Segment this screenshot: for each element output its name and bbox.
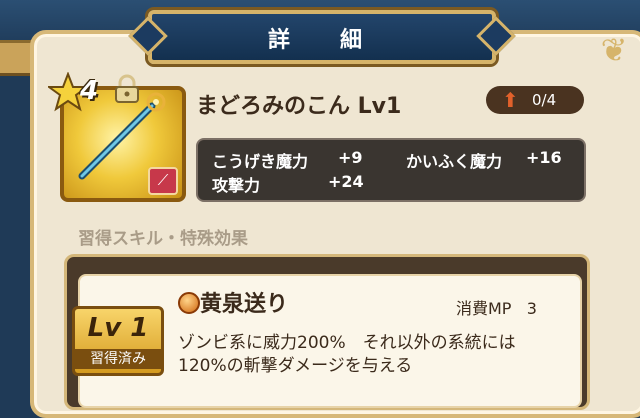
stat-label-attack: 攻撃力 [212,176,261,195]
skill-orb-icon [178,292,200,314]
stat-label-attack-magic: こうげき魔力 [212,152,309,171]
mp-label: 消費MP [456,299,512,318]
weapon-type-badge: ⟋ [148,167,178,195]
window-title: 詳 細 [267,28,376,53]
skill-description-line2: 120%の斬撃ダメージを与える [178,356,413,376]
skill-name: 黄泉送り [200,292,289,317]
fleur-ornament-icon: ❦ [600,31,628,69]
skill-section-heading: 習得スキル・特殊効果 [78,229,248,249]
stats-box: こうげき魔力 +9 かいふく魔力 +16 攻撃力 +24 [196,138,586,202]
up-arrow-icon: ⬆ [502,88,519,112]
lock-icon [115,74,139,103]
star-rank: 4 [80,76,99,106]
skill-description-line1: ゾンビ系に威力200% それ以外の系統には [178,333,516,353]
item-name: まどろみのこん Lv1 [196,94,402,119]
stat-value-attack: +24 [328,172,364,191]
stat-value-attack-magic: +9 [338,148,363,167]
skill-description: ゾンビ系に威力200% それ以外の系統には 120%の斬撃ダメージを与える [178,332,578,378]
skill-level-plate: Lv 1 習得済み [72,306,164,376]
skill-level: Lv 1 [87,313,149,343]
title-plate: 詳 細 [148,10,496,64]
mp-value: 3 [526,299,537,318]
skill-acquired-label: 習得済み [75,349,161,369]
stat-value-heal-magic: +16 [526,148,562,167]
stat-label-heal-magic: かいふく魔力 [406,152,503,171]
upgrade-count: 0/4 [532,91,557,109]
skill-mp: 消費MP 3 [456,295,537,319]
upgrade-counter[interactable]: ⬆ 0/4 [486,86,584,114]
